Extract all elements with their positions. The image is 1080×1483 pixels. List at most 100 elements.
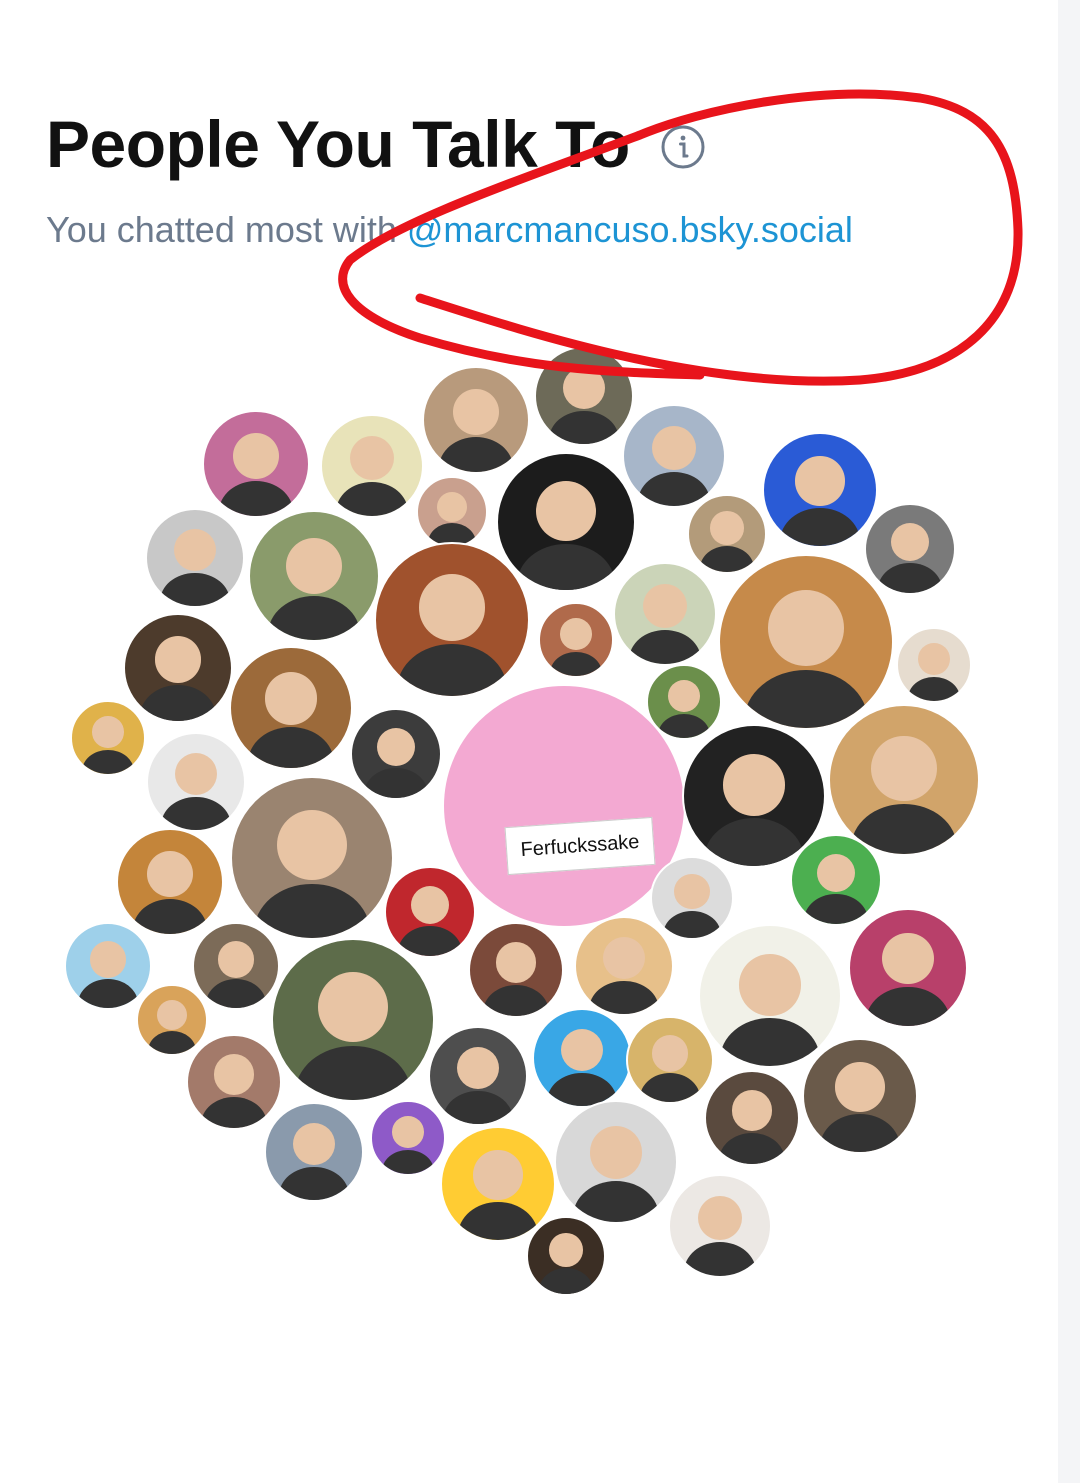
contact-avatar[interactable] — [145, 508, 245, 608]
contact-avatar[interactable] — [264, 1102, 364, 1202]
avatar-face — [217, 940, 255, 978]
contact-avatar[interactable] — [320, 414, 424, 518]
scrollbar-track[interactable] — [1058, 0, 1080, 1483]
contact-avatar[interactable] — [496, 452, 636, 592]
contact-avatar[interactable] — [828, 704, 980, 856]
avatar-body — [398, 926, 462, 956]
avatar-body — [161, 797, 231, 830]
contact-avatar[interactable] — [370, 1100, 446, 1176]
avatar-face — [731, 1090, 773, 1131]
contact-avatar[interactable] — [70, 700, 146, 776]
contact-avatar[interactable] — [718, 554, 894, 730]
avatar-face — [276, 810, 348, 881]
contact-avatar[interactable] — [668, 1174, 772, 1278]
avatar-face — [560, 1029, 604, 1072]
contact-avatar[interactable] — [350, 708, 442, 800]
avatar-body — [336, 482, 408, 516]
contact-avatar[interactable] — [622, 404, 726, 508]
avatar-body — [382, 1149, 434, 1174]
contact-avatar[interactable] — [468, 922, 564, 1018]
avatar-body — [200, 1096, 268, 1128]
info-icon[interactable] — [660, 124, 706, 170]
contact-avatar[interactable] — [64, 922, 152, 1010]
contact-avatar[interactable] — [790, 834, 882, 926]
contact-avatar[interactable] — [613, 562, 717, 666]
avatar-face — [418, 574, 486, 642]
avatar-body — [572, 1181, 660, 1222]
contact-avatar[interactable] — [384, 866, 476, 958]
avatar-face — [392, 1116, 424, 1149]
contact-avatar[interactable] — [704, 1070, 800, 1166]
avatar-body — [295, 1045, 411, 1100]
avatar-face — [768, 590, 844, 667]
avatar-face — [562, 367, 606, 410]
avatar-face — [918, 643, 950, 676]
contact-avatar[interactable] — [146, 732, 246, 832]
contact-avatar[interactable] — [202, 410, 310, 518]
contact-avatar[interactable] — [698, 924, 842, 1068]
contact-avatar[interactable] — [248, 510, 380, 642]
avatar-face — [549, 1233, 583, 1267]
avatar-body — [205, 979, 267, 1008]
avatar-face — [147, 850, 193, 897]
avatar-body — [744, 669, 868, 728]
avatar-face — [350, 436, 394, 480]
avatar-face — [233, 432, 279, 479]
contact-avatar[interactable] — [650, 856, 734, 940]
avatar-face — [495, 942, 537, 983]
avatar-face — [882, 933, 934, 985]
avatar-body — [866, 986, 950, 1026]
avatar-face — [456, 1047, 500, 1090]
contact-avatar[interactable] — [554, 1100, 678, 1224]
avatar-face — [173, 529, 217, 572]
avatar-face — [89, 940, 127, 978]
contact-avatar[interactable] — [428, 1026, 528, 1126]
avatar-face — [871, 735, 937, 801]
avatar-face — [643, 584, 687, 628]
avatar-body — [517, 543, 615, 590]
avatar-body — [703, 818, 805, 866]
avatar-face — [473, 1150, 523, 1200]
contact-avatar[interactable] — [229, 646, 353, 770]
avatar-face — [710, 511, 744, 545]
contact-avatar[interactable] — [116, 828, 224, 936]
avatar-body — [457, 1201, 539, 1240]
contact-avatar[interactable] — [526, 1216, 606, 1296]
contact-avatar[interactable] — [626, 1016, 714, 1104]
avatar-body — [658, 713, 710, 738]
avatar-body — [804, 894, 868, 924]
avatar-body — [279, 1167, 349, 1200]
avatar-body — [247, 727, 335, 768]
subtitle: You chatted most with @marcmancuso.bsky.… — [46, 208, 853, 252]
contact-avatar[interactable] — [574, 916, 674, 1016]
contact-avatar[interactable] — [762, 432, 878, 548]
contact-avatar[interactable] — [123, 613, 233, 723]
avatar-body — [82, 749, 134, 774]
contact-avatar[interactable] — [538, 602, 614, 678]
avatar-face — [668, 680, 700, 713]
avatar-body — [638, 472, 710, 506]
contact-avatar[interactable] — [416, 476, 488, 548]
contact-avatar[interactable] — [896, 627, 972, 703]
contact-avatar[interactable] — [271, 938, 435, 1102]
contact-avatar[interactable] — [864, 503, 956, 595]
avatar-body — [699, 546, 755, 572]
top-contact-handle-link[interactable]: @marcmancuso.bsky.social — [407, 209, 853, 250]
contact-avatar[interactable] — [374, 542, 530, 698]
contact-avatar[interactable] — [534, 346, 634, 446]
contact-avatar[interactable] — [230, 776, 394, 940]
contact-avatar[interactable] — [422, 366, 530, 474]
avatar-face — [157, 999, 187, 1030]
avatar-face — [213, 1054, 255, 1095]
contact-avatar[interactable] — [802, 1038, 918, 1154]
contact-avatar[interactable] — [440, 1126, 556, 1242]
contact-avatar[interactable] — [192, 922, 280, 1010]
contact-avatar[interactable] — [687, 494, 767, 574]
contact-avatar[interactable] — [186, 1034, 282, 1130]
avatar-face — [651, 1034, 689, 1072]
contact-avatar[interactable] — [136, 984, 208, 1056]
contact-avatar[interactable] — [848, 908, 968, 1028]
avatar-face — [795, 456, 845, 506]
contact-avatar[interactable] — [532, 1008, 632, 1108]
avatar-body — [549, 411, 619, 444]
